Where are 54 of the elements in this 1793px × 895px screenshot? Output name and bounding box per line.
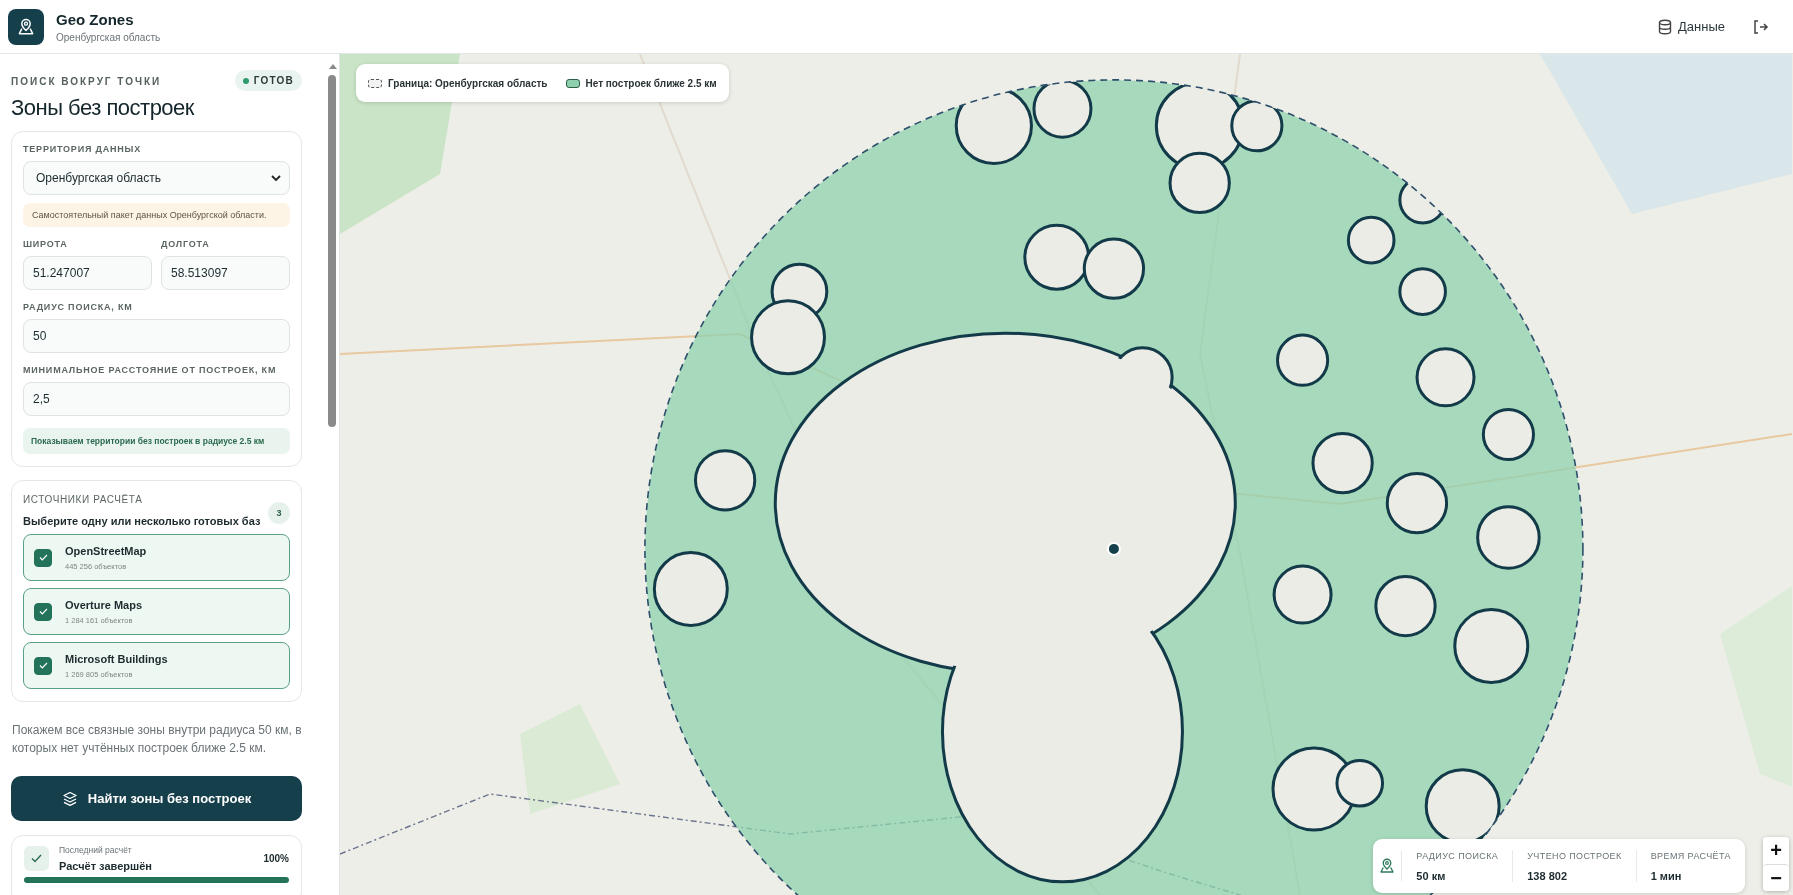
radius-hint: Показываем территории без построек в радиусе 2.5 км bbox=[23, 428, 290, 454]
app-title: Geo Zones bbox=[56, 10, 135, 28]
data-button[interactable]: Данные bbox=[1652, 14, 1731, 39]
layers-icon bbox=[61, 790, 78, 807]
sources-label: ИСТОЧНИКИ РАСЧЁТА bbox=[23, 494, 144, 505]
logout-icon bbox=[1753, 18, 1769, 35]
zoom-in-button[interactable]: + bbox=[1763, 837, 1789, 864]
checkbox[interactable] bbox=[34, 656, 52, 675]
app-subtitle: Оренбургская область bbox=[56, 31, 161, 43]
longitude-field[interactable]: 58.513097 bbox=[161, 256, 290, 290]
distance-field[interactable]: 2,5 bbox=[23, 382, 290, 416]
last-run-status: Расчёт завершён bbox=[59, 860, 153, 872]
app-logo-icon bbox=[8, 8, 44, 45]
border-swatch-icon bbox=[368, 78, 382, 88]
progress-percent: 100% bbox=[263, 853, 289, 864]
legend-label: Нет построек ближе 2.5 км bbox=[585, 77, 717, 89]
chevron-down-icon bbox=[271, 174, 281, 182]
sources-subtitle: Выберите одну или несколько готовых баз bbox=[23, 515, 261, 527]
check-icon bbox=[24, 846, 49, 871]
field-label: ШИРОТА bbox=[23, 239, 69, 249]
map-pin-icon bbox=[1378, 857, 1397, 875]
checkbox[interactable] bbox=[34, 602, 52, 621]
zoom-out-button[interactable]: − bbox=[1763, 864, 1789, 891]
zone-swatch-icon bbox=[565, 78, 580, 88]
info-note: Самостоятельный пакет данных Оренбургской области. bbox=[23, 203, 290, 227]
field-label: ТЕРРИТОРИЯ ДАННЫХ bbox=[23, 144, 142, 154]
field-label: ДОЛГОТА bbox=[161, 239, 211, 249]
latitude-field[interactable]: 51.247007 bbox=[23, 256, 152, 290]
checkbox[interactable] bbox=[34, 548, 52, 567]
last-run-label: Последний расчёт bbox=[59, 845, 133, 855]
check-icon bbox=[38, 608, 48, 615]
stat-value: 138 802 bbox=[1527, 869, 1568, 882]
stat-label: УЧТЕНО ПОСТРОЕК bbox=[1527, 850, 1622, 861]
stat-label: РАДИУС ПОИСКА bbox=[1416, 850, 1499, 861]
radius-field[interactable]: 50 bbox=[23, 319, 290, 353]
panel-title: Зоны без построек bbox=[11, 95, 196, 121]
source-name: Overture Maps bbox=[65, 598, 143, 611]
field-label: РАДИУС ПОИСКА, КМ bbox=[23, 302, 134, 312]
stat-value: 1 мин bbox=[1650, 869, 1683, 882]
legend-label: Граница: Оренбургская область bbox=[388, 77, 548, 89]
field-label: МИНИМАЛЬНОЕ РАССТОЯНИЕ ОТ ПОСТРОЕК, КМ bbox=[23, 365, 278, 375]
find-zones-button[interactable]: Найти зоны без построек bbox=[11, 776, 302, 821]
territory-select[interactable]: Оренбургская область bbox=[23, 161, 290, 195]
source-name: OpenStreetMap bbox=[65, 544, 147, 557]
stat-value: 50 км bbox=[1416, 869, 1447, 882]
check-icon bbox=[38, 662, 48, 669]
stat-label: ВРЕМЯ РАСЧЁТА bbox=[1650, 850, 1731, 861]
summary-text: Покажем все связные зоны внутри радиуса 50 км, в которых нет учтённых построек ближе 2.5 км. bbox=[12, 722, 302, 757]
section-eyebrow: ПОИСК ВОКРУГ ТОЧКИ bbox=[11, 76, 162, 87]
status-label: ГОТОВ bbox=[253, 75, 294, 86]
count-badge: 3 bbox=[268, 502, 290, 524]
check-icon bbox=[38, 554, 48, 561]
database-icon bbox=[1658, 18, 1673, 35]
source-name: Microsoft Buildings bbox=[65, 652, 168, 665]
